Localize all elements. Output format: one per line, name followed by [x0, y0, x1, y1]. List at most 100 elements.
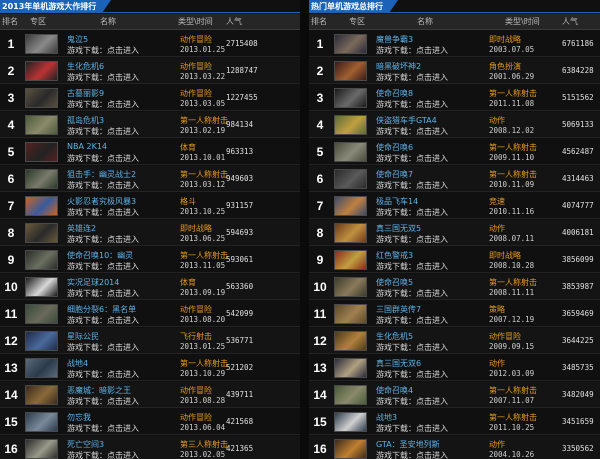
enter-link[interactable]: 点击进入 [416, 181, 448, 190]
game-thumbnail[interactable] [25, 439, 58, 459]
game-thumbnail[interactable] [25, 358, 58, 378]
game-thumbnail[interactable] [334, 196, 367, 216]
enter-link[interactable]: 点击进入 [107, 73, 139, 82]
enter-link[interactable]: 点击进入 [416, 100, 448, 109]
game-title-link[interactable]: 使命召唤8 [376, 88, 413, 99]
enter-link[interactable]: 点击进入 [107, 208, 139, 217]
game-title-link[interactable]: 战地3 [376, 412, 397, 423]
enter-link[interactable]: 点击进入 [416, 208, 448, 217]
game-title-link[interactable]: 鬼泣5 [67, 34, 88, 45]
game-title-link[interactable]: 实况足球2014 [67, 277, 119, 288]
game-thumbnail[interactable] [334, 304, 367, 324]
enter-link[interactable]: 点击进入 [107, 46, 139, 55]
enter-link[interactable]: 点击进入 [416, 46, 448, 55]
game-title-link[interactable]: NBA 2K14 [67, 142, 107, 151]
game-title-link[interactable]: 火影忍者究极风暴3 [67, 196, 136, 207]
game-thumbnail[interactable] [25, 61, 58, 81]
game-thumbnail[interactable] [25, 412, 58, 432]
game-title-link[interactable]: 细胞分裂6：黑名单 [67, 304, 136, 315]
game-title-link[interactable]: GTA：圣安地列斯 [376, 439, 440, 450]
enter-link[interactable]: 点击进入 [107, 154, 139, 163]
enter-link[interactable]: 点击进入 [107, 127, 139, 136]
game-title-link[interactable]: 使命召唤7 [376, 169, 413, 180]
enter-link[interactable]: 点击进入 [416, 235, 448, 244]
game-title-link[interactable]: 使命召唤10：幽灵 [67, 250, 133, 261]
game-title-link[interactable]: 星际公民 [67, 331, 99, 342]
game-title-link[interactable]: 极品飞车14 [376, 196, 418, 207]
game-title-link[interactable]: 使命召唤5 [376, 277, 413, 288]
enter-link[interactable]: 点击进入 [416, 370, 448, 379]
game-thumbnail[interactable] [334, 439, 367, 459]
enter-link[interactable]: 点击进入 [107, 397, 139, 406]
game-thumbnail[interactable] [334, 223, 367, 243]
enter-link[interactable]: 点击进入 [107, 316, 139, 325]
game-title-link[interactable]: 狙击手：幽灵战士2 [67, 169, 136, 180]
game-thumbnail[interactable] [334, 385, 367, 405]
enter-link[interactable]: 点击进入 [107, 343, 139, 352]
game-title-link[interactable]: 真三国无双5 [376, 223, 421, 234]
game-thumbnail[interactable] [25, 331, 58, 351]
enter-link[interactable]: 点击进入 [416, 397, 448, 406]
release-date: 2013.08.20 [180, 315, 226, 324]
enter-link[interactable]: 点击进入 [107, 100, 139, 109]
enter-link[interactable]: 点击进入 [416, 343, 448, 352]
game-thumbnail[interactable] [334, 169, 367, 189]
popularity-count: 3659469 [562, 309, 594, 318]
game-title-link[interactable]: 生化危机5 [376, 331, 413, 342]
enter-link[interactable]: 点击进入 [107, 235, 139, 244]
game-title-link[interactable]: 生化危机6 [67, 61, 104, 72]
game-title-link[interactable]: 恶魔城：暗影之王 [67, 385, 131, 396]
game-title-link[interactable]: 死亡空间3 [67, 439, 104, 450]
game-title-link[interactable]: 使命召唤4 [376, 385, 413, 396]
game-title-link[interactable]: 魔兽争霸3 [376, 34, 413, 45]
enter-link[interactable]: 点击进入 [416, 73, 448, 82]
enter-link[interactable]: 点击进入 [416, 262, 448, 271]
game-title-link[interactable]: 红色警戒3 [376, 250, 413, 261]
game-thumbnail[interactable] [25, 277, 58, 297]
table-row: 4 孤岛危机3 游戏下载：点击进入 第一人称射击 2013.02.19 984134 [0, 112, 300, 138]
enter-link[interactable]: 点击进入 [416, 316, 448, 325]
game-title-link[interactable]: 三国群英传7 [376, 304, 421, 315]
game-title-link[interactable]: 孤岛危机3 [67, 115, 104, 126]
enter-link[interactable]: 点击进入 [416, 154, 448, 163]
game-title-link[interactable]: 古墓丽影9 [67, 88, 104, 99]
game-thumbnail[interactable] [25, 88, 58, 108]
enter-link[interactable]: 点击进入 [416, 451, 448, 459]
game-thumbnail[interactable] [334, 88, 367, 108]
game-title-link[interactable]: 战地4 [67, 358, 88, 369]
enter-link[interactable]: 点击进入 [416, 289, 448, 298]
game-thumbnail[interactable] [25, 385, 58, 405]
game-thumbnail[interactable] [25, 304, 58, 324]
game-title-link[interactable]: 英雄连2 [67, 223, 96, 234]
game-thumbnail[interactable] [25, 250, 58, 270]
enter-link[interactable]: 点击进入 [416, 127, 448, 136]
game-thumbnail[interactable] [334, 358, 367, 378]
game-title-link[interactable]: 暗黑破坏神2 [376, 61, 421, 72]
enter-link[interactable]: 点击进入 [107, 451, 139, 459]
enter-link[interactable]: 点击进入 [107, 262, 139, 271]
game-thumbnail[interactable] [25, 34, 58, 54]
game-thumbnail[interactable] [334, 34, 367, 54]
enter-link[interactable]: 点击进入 [107, 370, 139, 379]
game-thumbnail[interactable] [25, 169, 58, 189]
enter-link[interactable]: 点击进入 [107, 181, 139, 190]
enter-link[interactable]: 点击进入 [107, 424, 139, 433]
game-thumbnail[interactable] [25, 115, 58, 135]
game-thumbnail[interactable] [334, 331, 367, 351]
game-thumbnail[interactable] [334, 115, 367, 135]
game-thumbnail[interactable] [334, 61, 367, 81]
game-title-link[interactable]: 侠盗猎车手GTA4 [376, 115, 437, 126]
release-date: 2012.03.09 [489, 369, 535, 378]
game-thumbnail[interactable] [334, 250, 367, 270]
game-thumbnail[interactable] [25, 142, 58, 162]
enter-link[interactable]: 点击进入 [416, 424, 448, 433]
enter-link[interactable]: 点击进入 [107, 289, 139, 298]
game-title-link[interactable]: 真三国无双6 [376, 358, 421, 369]
game-thumbnail[interactable] [334, 277, 367, 297]
game-thumbnail[interactable] [334, 412, 367, 432]
game-title-link[interactable]: 勿忘我 [67, 412, 91, 423]
game-thumbnail[interactable] [334, 142, 367, 162]
game-thumbnail[interactable] [25, 223, 58, 243]
game-thumbnail[interactable] [25, 196, 58, 216]
game-title-link[interactable]: 使命召唤6 [376, 142, 413, 153]
